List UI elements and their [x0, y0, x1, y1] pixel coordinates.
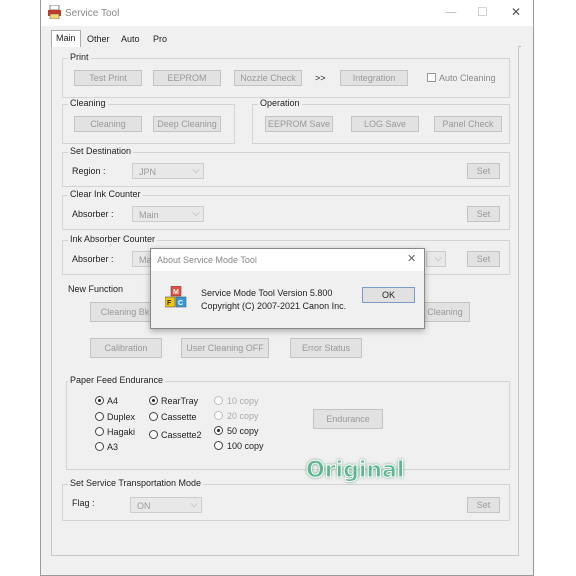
nozzle-check-button[interactable]: Nozzle Check: [234, 70, 302, 86]
flag-value: ON: [137, 501, 151, 511]
chevron-down-icon: ⌵: [192, 165, 200, 176]
set-destination-label: Set Destination: [68, 146, 134, 156]
clear-ink-set-button[interactable]: Set: [467, 206, 500, 222]
window-title: Service Tool: [65, 8, 120, 19]
flag-select[interactable]: ON ⌵: [130, 497, 202, 513]
user-cleaning-off-button[interactable]: User Cleaning OFF: [181, 338, 269, 358]
title-bar: Service Tool — ☐ ✕: [41, 0, 533, 26]
copy-10-label: 10 copy: [227, 396, 259, 406]
eeprom-button[interactable]: EEPROM: [153, 70, 221, 86]
copy-20-label: 20 copy: [227, 411, 259, 421]
tray-cassette2-label: Cassette2: [161, 430, 202, 440]
eeprom-save-button[interactable]: EEPROM Save: [265, 116, 333, 132]
icon-letter-f: F: [167, 300, 172, 307]
transport-mode-label: Set Service Transportation Mode: [68, 478, 204, 488]
copy-50-radio[interactable]: [214, 426, 223, 435]
minimize-button[interactable]: —: [445, 5, 457, 19]
close-button[interactable]: ✕: [511, 5, 521, 19]
absorber-value: Main: [139, 210, 159, 220]
icon-letter-c: C: [178, 300, 183, 307]
test-print-button[interactable]: Test Print: [74, 70, 142, 86]
operation-group-label: Operation: [258, 98, 302, 108]
about-copyright-text: Copyright (C) 2007-2021 Canon Inc.: [201, 301, 347, 311]
tab-auto[interactable]: Auto: [117, 32, 144, 47]
paper-feed-endurance-label: Paper Feed Endurance: [68, 375, 166, 385]
size-hagaki-radio[interactable]: [95, 427, 104, 436]
set-destination-group: [62, 152, 510, 187]
flag-label: Flag :: [72, 498, 95, 508]
log-save-button[interactable]: LOG Save: [351, 116, 419, 132]
tray-reartray-label: RearTray: [161, 396, 199, 406]
tab-main[interactable]: Main: [51, 30, 81, 47]
tray-cassette-radio[interactable]: [149, 412, 158, 421]
copy-10-radio[interactable]: [214, 396, 223, 405]
icon-letter-m: M: [173, 289, 179, 296]
tab-other[interactable]: Other: [83, 32, 114, 47]
panel-check-button[interactable]: Panel Check: [434, 116, 502, 132]
tray-cassette2-radio[interactable]: [149, 430, 158, 439]
auto-cleaning-checkbox[interactable]: [427, 73, 436, 82]
clear-ink-counter-label: Clear Ink Counter: [68, 189, 143, 199]
size-duplex-radio[interactable]: [95, 412, 104, 421]
integration-button[interactable]: Integration: [340, 70, 408, 86]
endurance-button[interactable]: Endurance: [313, 409, 383, 429]
chevron-down-icon: ⌵: [190, 499, 198, 510]
transport-set-button[interactable]: Set: [467, 497, 500, 513]
chevron-down-icon: ⌵: [192, 208, 200, 219]
about-dialog-body: M F C Service Mode Tool Version 5.800 Co…: [151, 271, 424, 328]
original-watermark: Original: [305, 458, 405, 484]
copy-20-radio[interactable]: [214, 411, 223, 420]
print-group-label: Print: [68, 52, 91, 62]
size-a4-radio[interactable]: [95, 396, 104, 405]
absorber-label: Absorber :: [72, 254, 114, 264]
size-duplex-label: Duplex: [107, 412, 136, 422]
region-select[interactable]: JPN ⌵: [132, 163, 204, 179]
new-function-label: New Function: [66, 284, 126, 294]
deep-cleaning-button[interactable]: Deep Cleaning: [153, 116, 221, 132]
clear-ink-counter-group: [62, 195, 510, 230]
ink-absorber-second-select[interactable]: ⌵: [426, 251, 446, 267]
paper-feed-endurance-group: [66, 381, 510, 470]
clear-ink-absorber-select[interactable]: Main ⌵: [132, 206, 204, 222]
auto-cleaning-label: Auto Cleaning: [439, 73, 496, 83]
size-a4-label: A4: [107, 396, 119, 406]
about-dialog: About Service Mode Tool ✕ M F C Service …: [150, 248, 425, 329]
tab-pro[interactable]: Pro: [149, 32, 171, 47]
printer-app-icon: [48, 5, 61, 19]
absorber-label: Absorber :: [72, 209, 114, 219]
arrow-indicator: >>: [315, 73, 326, 83]
copy-100-label: 100 copy: [227, 441, 264, 451]
cleaning-group-label: Cleaning: [68, 98, 108, 108]
size-a3-label: A3: [107, 442, 119, 452]
size-hagaki-label: Hagaki: [107, 427, 136, 437]
maximize-button[interactable]: ☐: [477, 5, 488, 19]
set-destination-button[interactable]: Set: [467, 163, 500, 179]
about-dialog-title: About Service Mode Tool: [157, 255, 257, 265]
ok-button[interactable]: OK: [362, 287, 415, 303]
chevron-down-icon: ⌵: [434, 253, 442, 264]
ink-absorber-set-button[interactable]: Set: [467, 251, 500, 267]
size-a3-radio[interactable]: [95, 442, 104, 451]
cleaning-right-button[interactable]: Cleaning: [420, 302, 470, 322]
error-status-button[interactable]: Error Status: [290, 338, 362, 358]
region-label: Region :: [72, 166, 106, 176]
copy-100-radio[interactable]: [214, 441, 223, 450]
calibration-button[interactable]: Calibration: [90, 338, 162, 358]
ink-absorber-counter-label: Ink Absorber Counter: [68, 234, 158, 244]
about-dialog-close-button[interactable]: ✕: [407, 252, 416, 265]
copy-50-label: 50 copy: [227, 426, 259, 436]
tray-reartray-radio[interactable]: [149, 396, 158, 405]
service-mode-tool-icon: M F C: [165, 286, 187, 308]
cleaning-button[interactable]: Cleaning: [74, 116, 142, 132]
tray-cassette-label: Cassette: [161, 412, 197, 422]
region-value: JPN: [139, 167, 157, 177]
about-version-text: Service Mode Tool Version 5.800: [201, 288, 333, 298]
